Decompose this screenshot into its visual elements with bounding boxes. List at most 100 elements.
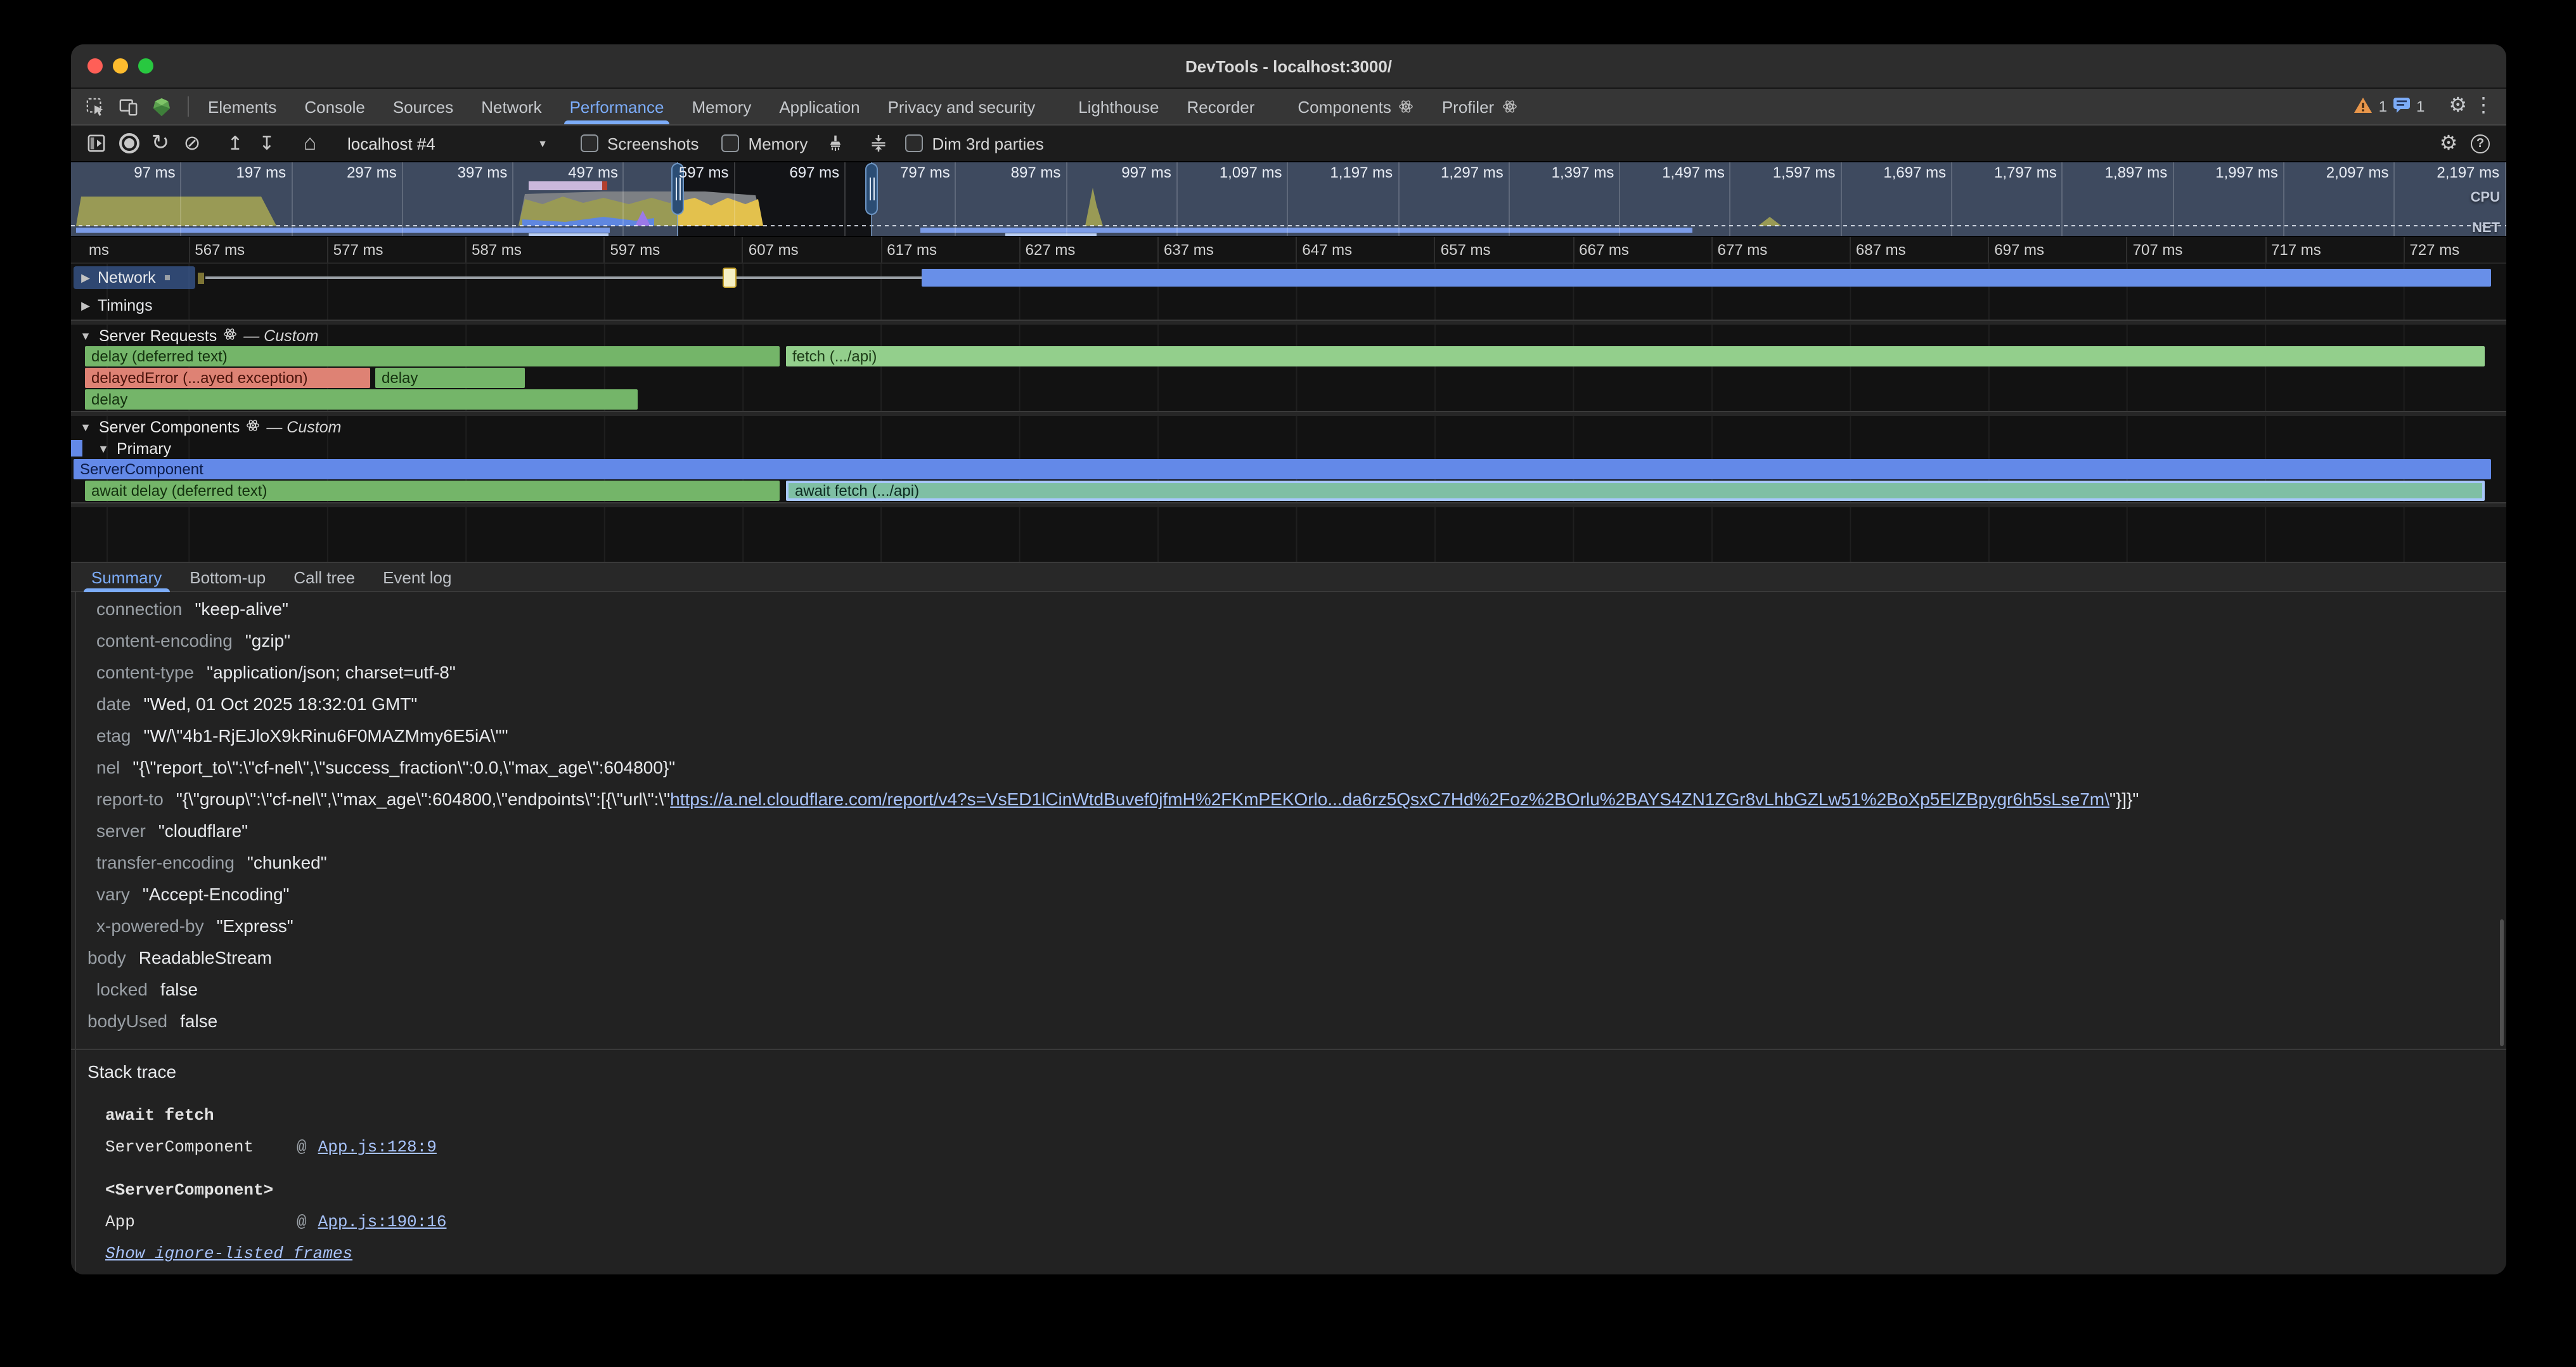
tab-application[interactable]: Application — [765, 89, 873, 124]
timeline-event-bar[interactable]: delayedError (...ayed exception) — [85, 368, 370, 388]
track-title: Timings — [98, 297, 153, 314]
device-toolbar-icon[interactable] — [114, 93, 142, 120]
settings-gear-icon[interactable]: ⚙ — [2449, 96, 2467, 117]
chevron-collapsed-icon[interactable]: ▶ — [79, 271, 93, 285]
report-endpoint-link[interactable]: https://a.nel.cloudflare.com/report/v4?s… — [670, 789, 2109, 809]
timeline-event-bar[interactable]: await fetch (.../api) — [786, 481, 2485, 501]
track-title: Server Requests — [99, 327, 217, 344]
tab-network[interactable]: Network — [467, 89, 555, 124]
track-timings[interactable]: ▶ Timings — [71, 292, 2506, 320]
network-track-label[interactable]: ▶ Network — [71, 269, 170, 287]
timeline-event-bar[interactable]: ServerComponent — [74, 459, 2491, 479]
checkbox-box[interactable] — [722, 134, 740, 152]
selection-left-handle[interactable] — [672, 164, 683, 214]
track-server-components[interactable]: ▼ Server Components — Custom — [71, 416, 2506, 437]
history-dropdown[interactable]: localhost #4 ▼ — [337, 134, 558, 153]
shrink-timeline-icon[interactable] — [862, 134, 894, 152]
network-request-bar[interactable] — [922, 269, 2491, 287]
track-network[interactable]: ▶ Network — [71, 264, 2506, 292]
issues-message-icon[interactable] — [2393, 97, 2410, 116]
close-window-button[interactable] — [87, 58, 103, 74]
tab-elements[interactable]: Elements — [194, 89, 290, 124]
zoom-window-button[interactable] — [138, 58, 153, 74]
load-profile-icon[interactable]: ↥ — [219, 132, 251, 155]
history-selected-value: localhost #4 — [347, 134, 435, 153]
tab-label: Lighthouse — [1078, 97, 1159, 116]
track-server-requests[interactable]: ▼ Server Requests — Custom — [71, 325, 2506, 346]
home-icon[interactable]: ⌂ — [294, 131, 326, 156]
event-label: ServerComponent — [80, 460, 203, 478]
tab-call-tree[interactable]: Call tree — [280, 563, 369, 591]
server-requests-row-1: delay (deferred text) fetch (.../api) — [71, 346, 2506, 368]
scrollbar-thumb[interactable] — [2500, 919, 2504, 1046]
reload-and-record-button[interactable]: ↻ — [145, 131, 176, 156]
summary-pane[interactable]: connection"keep-alive"content-encoding"g… — [71, 592, 2506, 1274]
panel-settings-gear-icon[interactable]: ⚙ — [2433, 131, 2464, 156]
inspect-element-icon[interactable] — [81, 93, 109, 120]
detail-time-ruler[interactable]: ms 567 ms577 ms587 ms597 ms607 ms617 ms6… — [71, 237, 2506, 264]
property-row: nel"{\"report_to\":\"cf-nel\",\"success_… — [71, 752, 2506, 784]
stack-trace-title: Stack trace — [71, 1056, 2506, 1088]
screenshots-checkbox[interactable]: Screenshots — [581, 134, 699, 153]
chevron-expanded-icon[interactable]: ▼ — [96, 442, 110, 455]
tab-summary[interactable]: Summary — [77, 563, 176, 591]
ruler-unit-label: ms — [71, 237, 188, 262]
tab-privacy-security[interactable]: Privacy and security — [874, 89, 1050, 124]
frame-name: <ServerComponent> — [105, 1174, 273, 1206]
tab-profiler[interactable]: Profiler — [1428, 89, 1531, 124]
memory-checkbox[interactable]: Memory — [722, 134, 808, 153]
tab-sources[interactable]: Sources — [379, 89, 467, 124]
tab-memory[interactable]: Memory — [678, 89, 765, 124]
chevron-expanded-icon[interactable]: ▼ — [79, 329, 93, 342]
dim-third-parties-checkbox[interactable]: Dim 3rd parties — [905, 134, 1043, 153]
warning-icon[interactable] — [2355, 97, 2373, 116]
tab-lighthouse[interactable]: Lighthouse — [1064, 89, 1173, 124]
devtools-tabbar: Elements Console Sources Network Perform… — [71, 89, 2506, 126]
chevron-collapsed-icon[interactable]: ▶ — [79, 299, 93, 313]
extension-gem-icon[interactable] — [147, 93, 175, 120]
property-value: "W/\"4b1-RjEJloX9kRinu6F0MAZMmy6E5iA\"" — [144, 725, 508, 746]
tab-components[interactable]: Components — [1284, 89, 1427, 124]
custom-track-suffix: — Custom — [243, 327, 318, 344]
show-ignore-listed-frames-link[interactable]: Show ignore-listed frames — [105, 1244, 352, 1263]
collect-garbage-icon[interactable] — [819, 134, 851, 152]
selection-right-handle[interactable] — [866, 164, 877, 214]
toggle-sidebar-icon[interactable] — [81, 134, 113, 152]
network-highlight-marker[interactable] — [723, 268, 737, 288]
chevron-expanded-icon[interactable]: ▼ — [79, 420, 93, 433]
tab-console[interactable]: Console — [290, 89, 378, 124]
source-location-link[interactable]: App.js:128:9 — [318, 1131, 437, 1163]
timeline-event-bar[interactable]: await delay (deferred text) — [85, 481, 780, 501]
tab-label: Recorder — [1187, 97, 1254, 116]
save-profile-icon[interactable]: ↧ — [251, 132, 283, 155]
tab-event-log[interactable]: Event log — [369, 563, 465, 591]
track-primary[interactable]: ▼ Primary — [71, 437, 2506, 459]
more-options-kebab-icon[interactable]: ⋮ — [2473, 96, 2494, 117]
timeline-event-bar[interactable]: delay — [375, 368, 525, 388]
stack-frame: <ServerComponent> — [71, 1174, 2506, 1206]
timeline-event-bar[interactable]: delay (deferred text) — [85, 346, 780, 366]
tab-label: Bottom-up — [190, 567, 266, 586]
property-key: server — [96, 820, 146, 841]
timeline-overview[interactable]: 97 ms197 ms297 ms397 ms497 ms597 ms697 m… — [71, 162, 2506, 237]
checkbox-box[interactable] — [905, 134, 923, 152]
minimize-window-button[interactable] — [113, 58, 128, 74]
record-button[interactable] — [113, 133, 145, 153]
property-value: false — [180, 1011, 217, 1031]
timeline-tracks[interactable]: ▶ Network ▶ Timings ▼ Server Requests — [71, 264, 2506, 562]
issues-count: 1 — [2416, 98, 2425, 115]
tab-performance[interactable]: Performance — [556, 89, 678, 124]
clear-recording-button[interactable]: ⊘ — [176, 131, 208, 156]
react-atom-icon — [1399, 99, 1414, 114]
help-icon[interactable]: ? — [2464, 134, 2496, 153]
source-location-link[interactable]: App.js:190:16 — [318, 1206, 447, 1238]
checkbox-box[interactable] — [581, 134, 598, 152]
track-divider — [71, 502, 2506, 507]
property-row: bodyReadableStream — [71, 942, 2506, 974]
timeline-event-bar[interactable]: delay — [85, 389, 638, 410]
tab-recorder[interactable]: Recorder — [1173, 89, 1268, 124]
timeline-event-bar[interactable]: fetch (.../api) — [786, 346, 2485, 366]
tab-bottom-up[interactable]: Bottom-up — [176, 563, 280, 591]
property-value: "Express" — [217, 916, 293, 936]
checkbox-label: Memory — [749, 134, 808, 153]
